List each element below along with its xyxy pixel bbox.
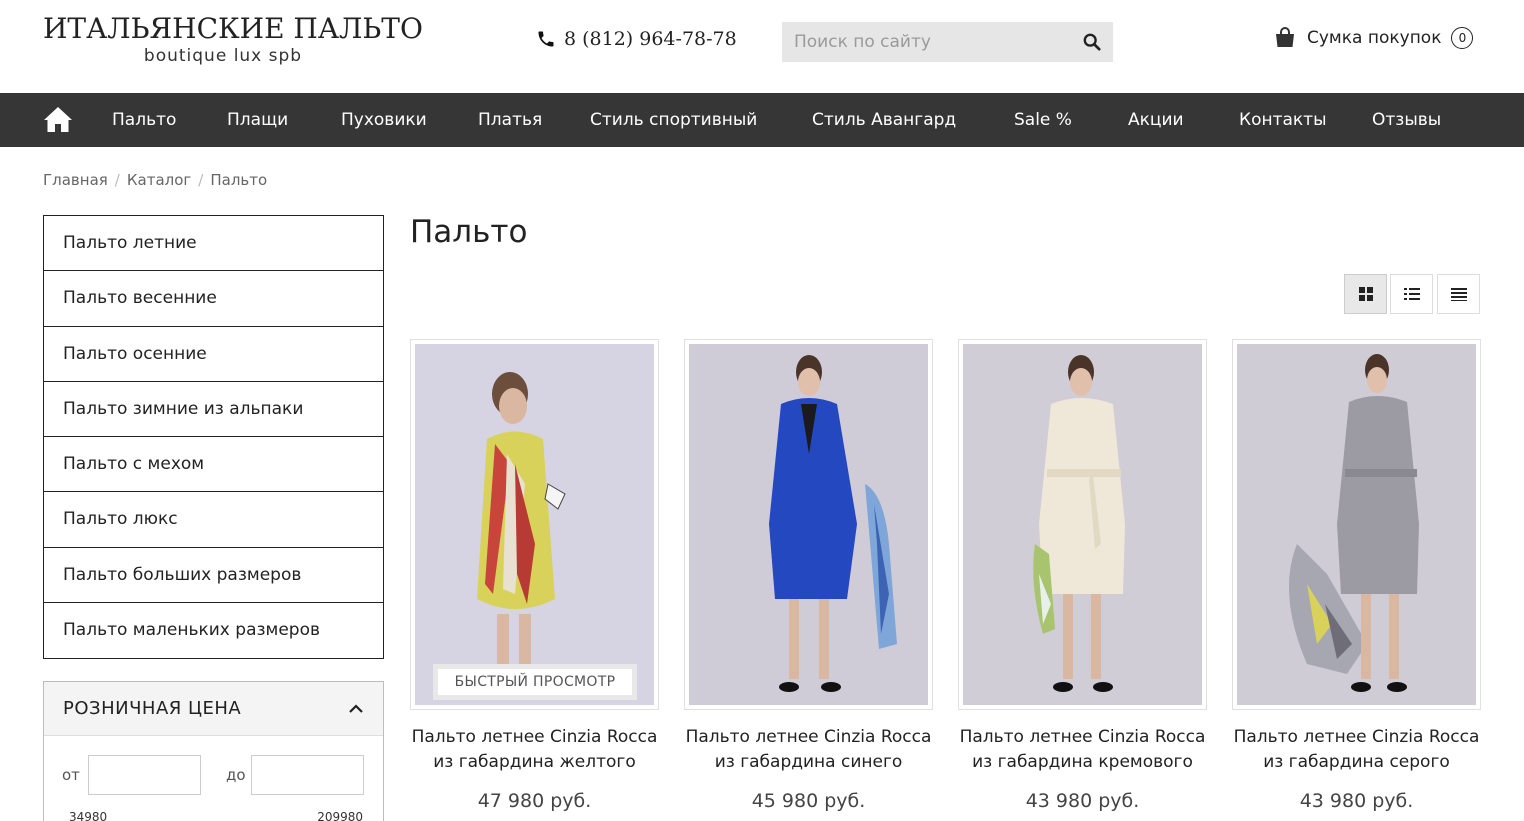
product-image[interactable]: [684, 339, 933, 710]
product-image[interactable]: [1232, 339, 1481, 710]
breadcrumb-catalog[interactable]: Каталог: [127, 171, 191, 189]
nav-item-sport-style[interactable]: Стиль спортивный: [590, 93, 757, 147]
table-view-button[interactable]: [1437, 274, 1480, 314]
breadcrumb-home[interactable]: Главная: [43, 171, 108, 189]
nav-item-promotions[interactable]: Акции: [1128, 93, 1184, 147]
price-from-label: от: [62, 766, 80, 784]
product-price: 47 980 руб.: [477, 790, 592, 812]
price-to-input[interactable]: [251, 755, 364, 795]
grid-icon: [1358, 287, 1373, 301]
product-photo: [963, 344, 1202, 705]
logo-subtitle: boutique lux spb: [143, 46, 303, 66]
category-winter-alpaca[interactable]: Пальто зимние из альпаки: [44, 382, 383, 437]
product-price: 43 980 руб.: [1299, 790, 1414, 812]
shopping-bag-icon: [1276, 27, 1294, 47]
category-summer[interactable]: Пальто летние: [44, 216, 383, 272]
search-bar: [782, 22, 1113, 62]
nav-item-avantgarde-style[interactable]: Стиль Авангард: [812, 93, 956, 147]
phone-icon: [538, 31, 554, 47]
category-autumn[interactable]: Пальто осенние: [44, 327, 383, 382]
nav-item-down-jackets[interactable]: Пуховики: [341, 93, 427, 147]
product-photo: [1237, 344, 1476, 705]
breadcrumb-separator: /: [114, 171, 120, 189]
cart-button[interactable]: Сумка покупок 0: [1273, 26, 1474, 50]
page-title: Пальто: [410, 214, 528, 250]
table-icon: [1450, 288, 1467, 301]
product-name[interactable]: Пальто летнее Cinzia Rocca из габардина …: [684, 725, 933, 775]
search-icon: [1083, 33, 1101, 51]
product-photo: [415, 344, 654, 705]
category-luxury[interactable]: Пальто люкс: [44, 492, 383, 548]
breadcrumb-separator: /: [198, 171, 204, 189]
chevron-up-icon[interactable]: [348, 703, 364, 714]
site-header: ИТАЛЬЯНСКИЕ ПАЛЬТО boutique lux spb 8 (8…: [0, 0, 1524, 93]
price-filter-header[interactable]: РОЗНИЧНАЯ ЦЕНА: [44, 682, 383, 736]
category-menu: Пальто летние Пальто весенние Пальто осе…: [43, 215, 384, 659]
price-from-input[interactable]: [88, 755, 201, 795]
nav-item-raincoats[interactable]: Плащи: [227, 93, 288, 147]
nav-item-coats[interactable]: Пальто: [112, 93, 176, 147]
price-min-value: 34980: [69, 810, 108, 821]
price-filter: РОЗНИЧНАЯ ЦЕНА от до 34980 209980: [43, 681, 384, 821]
product-name[interactable]: Пальто летнее Cinzia Rocca из габардина …: [958, 725, 1207, 775]
price-max-value: 209980: [317, 810, 363, 821]
list-view-button[interactable]: [1390, 274, 1433, 314]
cart-label: Сумка покупок: [1307, 28, 1442, 48]
grid-view-button[interactable]: [1344, 274, 1387, 314]
price-range-inputs: от до: [62, 755, 364, 795]
main-nav: Пальто Плащи Пуховики Платья Стиль спорт…: [0, 93, 1524, 147]
category-small-size[interactable]: Пальто маленьких размеров: [44, 603, 383, 658]
nav-item-contacts[interactable]: Контакты: [1239, 93, 1327, 147]
logo-title: ИТАЛЬЯНСКИЕ ПАЛЬТО: [43, 12, 423, 45]
price-to-label: до: [226, 766, 246, 784]
product-image[interactable]: БЫСТРЫЙ ПРОСМОТР: [410, 339, 659, 710]
price-filter-title: РОЗНИЧНАЯ ЦЕНА: [63, 698, 242, 719]
category-plus-size[interactable]: Пальто больших размеров: [44, 548, 383, 603]
list-icon: [1403, 288, 1420, 300]
breadcrumb-current: Пальто: [210, 171, 268, 189]
nav-item-reviews[interactable]: Отзывы: [1372, 93, 1441, 147]
breadcrumb: Главная / Каталог / Пальто: [43, 171, 267, 189]
cart-count-badge: 0: [1451, 27, 1474, 49]
site-logo[interactable]: ИТАЛЬЯНСКИЕ ПАЛЬТО boutique lux spb: [43, 12, 423, 66]
product-price: 43 980 руб.: [1025, 790, 1140, 812]
nav-item-sale[interactable]: Sale %: [1014, 93, 1072, 147]
product-name[interactable]: Пальто летнее Cinzia Rocca из габардина …: [410, 725, 659, 775]
product-photo: [689, 344, 928, 705]
product-name[interactable]: Пальто летнее Cinzia Rocca из габардина …: [1232, 725, 1481, 775]
phone-number: 8 (812) 964-78-78: [564, 28, 737, 50]
header-phone[interactable]: 8 (812) 964-78-78: [536, 28, 737, 50]
nav-item-dresses[interactable]: Платья: [478, 93, 542, 147]
category-spring[interactable]: Пальто весенние: [44, 271, 383, 327]
category-with-fur[interactable]: Пальто с мехом: [44, 437, 383, 493]
product-price: 45 980 руб.: [751, 790, 866, 812]
home-icon[interactable]: [43, 105, 73, 133]
search-button[interactable]: [1081, 31, 1103, 53]
product-image[interactable]: [958, 339, 1207, 710]
quick-view-button[interactable]: БЫСТРЫЙ ПРОСМОТР: [433, 664, 637, 700]
search-input[interactable]: [782, 22, 1062, 62]
